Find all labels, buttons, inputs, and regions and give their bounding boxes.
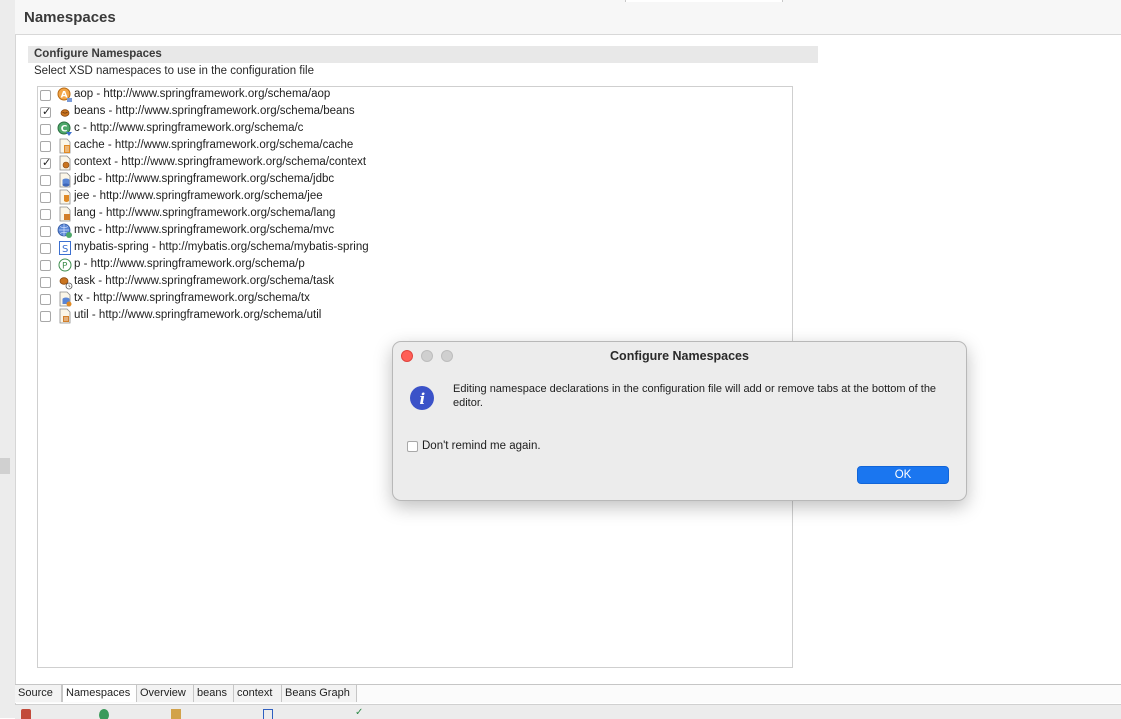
namespace-label: lang - http://www.springframework.org/sc… xyxy=(74,207,336,219)
aop-icon: A xyxy=(57,87,72,102)
namespace-label: jdbc - http://www.springframework.org/sc… xyxy=(74,173,335,185)
namespace-label: aop - http://www.springframework.org/sch… xyxy=(74,88,331,100)
namespace-row-mvc[interactable]: mvc - http://www.springframework.org/sch… xyxy=(38,223,778,240)
c-namespace-icon: C xyxy=(57,121,72,136)
namespace-row-c[interactable]: C c - http://www.springframework.org/sch… xyxy=(38,121,778,138)
namespace-checkbox-beans[interactable]: ✓ xyxy=(40,106,52,118)
namespace-checkbox-context[interactable]: ✓ xyxy=(40,157,52,169)
namespace-label: mvc - http://www.springframework.org/sch… xyxy=(74,224,335,236)
namespace-label: c - http://www.springframework.org/schem… xyxy=(74,122,304,134)
namespace-row-task[interactable]: task - http://www.springframework.org/sc… xyxy=(38,274,778,291)
namespace-label: tx - http://www.springframework.org/sche… xyxy=(74,292,310,304)
namespace-checkbox-aop[interactable] xyxy=(40,90,51,101)
left-panel-marker xyxy=(0,458,10,474)
namespace-label: beans - http://www.springframework.org/s… xyxy=(74,105,355,117)
namespace-checkbox-cache[interactable] xyxy=(40,141,51,152)
editor-tab-bar: Source Namespaces Overview beans context… xyxy=(15,684,1121,703)
ok-button[interactable]: OK xyxy=(857,466,949,484)
tab-namespaces[interactable]: Namespaces xyxy=(62,685,137,702)
top-tab-strip xyxy=(625,0,783,2)
namespace-row-jdbc[interactable]: jdbc - http://www.springframework.org/sc… xyxy=(38,172,778,189)
namespace-label: mybatis-spring - http://mybatis.org/sche… xyxy=(74,241,369,253)
dont-remind-label[interactable]: Don't remind me again. xyxy=(422,440,541,452)
namespace-label: context - http://www.springframework.org… xyxy=(74,156,367,168)
namespace-checkbox-util[interactable] xyxy=(40,311,51,322)
dialog-titlebar: Configure Namespaces xyxy=(393,342,966,370)
tab-beans-graph[interactable]: Beans Graph xyxy=(282,685,357,702)
namespace-row-tx[interactable]: tx - http://www.springframework.org/sche… xyxy=(38,291,778,308)
svg-text:S: S xyxy=(62,244,68,255)
namespace-row-p[interactable]: P p - http://www.springframework.org/sch… xyxy=(38,257,778,274)
bean-icon xyxy=(60,109,70,117)
namespace-row-mybatis-spring[interactable]: S mybatis-spring - http://mybatis.org/sc… xyxy=(38,240,778,257)
svg-text:A: A xyxy=(61,91,68,101)
task-icon xyxy=(59,277,73,290)
jee-icon xyxy=(59,189,71,205)
util-icon xyxy=(59,308,71,324)
checkmark-icon: ✓ xyxy=(42,157,52,169)
checkmark-icon: ✓ xyxy=(42,106,52,118)
namespace-checkbox-jee[interactable] xyxy=(40,192,51,203)
namespace-checkbox-tx[interactable] xyxy=(40,294,51,305)
tab-context[interactable]: context xyxy=(234,685,282,702)
p-namespace-icon: P xyxy=(58,258,72,272)
page-header: Namespaces xyxy=(15,0,1121,35)
mvc-icon xyxy=(57,223,72,238)
section-header: Configure Namespaces xyxy=(28,46,818,63)
namespace-checkbox-mvc[interactable] xyxy=(40,226,51,237)
lang-icon xyxy=(59,206,71,222)
namespace-checkbox-mybatis-spring[interactable] xyxy=(40,243,51,254)
namespace-row-cache[interactable]: cache - http://www.springframework.org/s… xyxy=(38,138,778,155)
section-description: Select XSD namespaces to use in the conf… xyxy=(34,65,314,77)
context-icon xyxy=(59,155,71,171)
dialog-title: Configure Namespaces xyxy=(610,349,749,363)
namespace-row-beans[interactable]: ✓ beans - http://www.springframework.org… xyxy=(38,104,778,121)
left-panel-edge xyxy=(0,0,16,718)
namespace-checkbox-p[interactable] xyxy=(40,260,51,271)
tab-source[interactable]: Source xyxy=(15,685,62,702)
namespace-label: util - http://www.springframework.org/sc… xyxy=(74,309,322,321)
jdbc-icon xyxy=(59,172,71,188)
tab-beans[interactable]: beans xyxy=(194,685,234,702)
section-title: Configure Namespaces xyxy=(34,48,162,60)
dont-remind-checkbox[interactable] xyxy=(407,441,418,452)
namespace-checkbox-lang[interactable] xyxy=(40,209,51,220)
configure-namespaces-dialog: Configure Namespaces i Editing namespace… xyxy=(392,341,967,501)
namespace-row-aop[interactable]: A aop - http://www.springframework.org/s… xyxy=(38,87,778,104)
mybatis-icon: S xyxy=(59,241,71,255)
tab-overview[interactable]: Overview xyxy=(137,685,194,702)
info-icon: i xyxy=(410,386,434,410)
svg-text:i: i xyxy=(420,390,426,408)
svg-text:P: P xyxy=(62,262,68,272)
namespace-row-jee[interactable]: jee - http://www.springframework.org/sch… xyxy=(38,189,778,206)
namespace-checkbox-jdbc[interactable] xyxy=(40,175,51,186)
namespace-row-lang[interactable]: lang - http://www.springframework.org/sc… xyxy=(38,206,778,223)
namespace-checkbox-task[interactable] xyxy=(40,277,51,288)
namespace-row-util[interactable]: util - http://www.springframework.org/sc… xyxy=(38,308,778,325)
namespace-checkbox-c[interactable] xyxy=(40,124,51,135)
tx-icon xyxy=(59,291,72,307)
cache-icon xyxy=(59,138,71,154)
namespace-label: p - http://www.springframework.org/schem… xyxy=(74,258,305,270)
page-title: Namespaces xyxy=(24,9,116,26)
dialog-message: Editing namespace declarations in the co… xyxy=(453,383,937,409)
bottom-views-bar: ✓ xyxy=(15,704,1121,719)
namespace-row-context[interactable]: ✓ context - http://www.springframework.o… xyxy=(38,155,778,172)
namespace-label: task - http://www.springframework.org/sc… xyxy=(74,275,335,287)
namespace-label: cache - http://www.springframework.org/s… xyxy=(74,139,354,151)
namespace-label: jee - http://www.springframework.org/sch… xyxy=(74,190,323,202)
